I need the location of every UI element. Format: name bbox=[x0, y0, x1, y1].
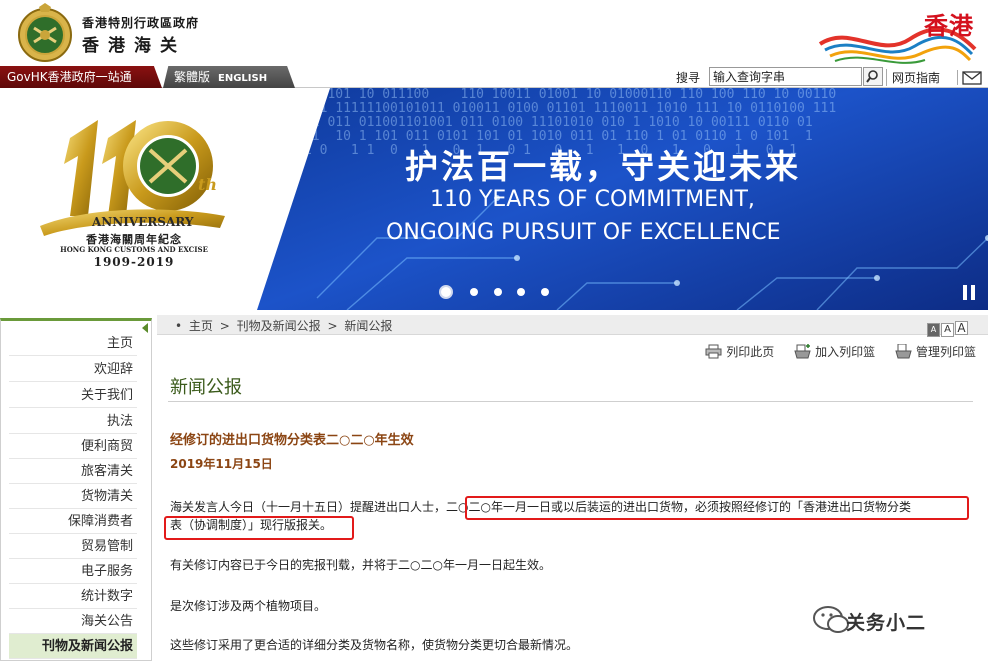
highlight-box bbox=[164, 516, 354, 540]
printer-icon bbox=[705, 344, 722, 359]
site-header: 香港特別行政區政府 香港海关 香港 bbox=[0, 0, 988, 66]
brand-hk-text: 香港 bbox=[924, 12, 974, 40]
search-label: 搜寻 bbox=[676, 71, 701, 85]
breadcrumb-sep: > bbox=[219, 319, 230, 333]
sidebar-nav: 主页 欢迎辞 关于我们 执法 便利商贸 旅客清关 货物清关 保障消费者 贸易管制… bbox=[0, 318, 152, 661]
search-button[interactable] bbox=[863, 67, 883, 86]
basket-add-icon bbox=[794, 344, 811, 359]
sidebar-item-cargo-clearance[interactable]: 货物清关 bbox=[9, 484, 137, 509]
sitemap-link[interactable]: 网页指南 bbox=[886, 69, 940, 86]
language-switcher: 繁體版 ENGLISH bbox=[163, 66, 295, 88]
sidebar-item-passenger-clearance[interactable]: 旅客清关 bbox=[9, 459, 137, 484]
sidebar-item-statistics[interactable]: 统计数字 bbox=[9, 584, 137, 609]
sidebar-item-trade-controls[interactable]: 贸易管制 bbox=[9, 534, 137, 559]
add-print-basket-button[interactable]: 加入列印篮 bbox=[794, 343, 875, 360]
anniversary-en-label: HONG KONG CUSTOMS AND EXCISE bbox=[60, 245, 208, 254]
sidebar-item-about[interactable]: 关于我们 bbox=[9, 383, 137, 408]
sidebar-item-enforcement[interactable]: 执法 bbox=[9, 409, 137, 434]
sidebar-item-notices[interactable]: 海关公告 bbox=[9, 609, 137, 634]
customs-emblem-icon[interactable] bbox=[14, 2, 76, 64]
banner-title-en-line2: ONGOING PURSUIT OF EXCELLENCE bbox=[386, 220, 781, 245]
sidebar-item-trade-facilitation[interactable]: 便利商贸 bbox=[9, 434, 137, 459]
page-title: 新闻公报 bbox=[170, 377, 242, 398]
top-navbar: GovHK香港政府一站通 繁體版 ENGLISH 搜寻 网页指南 bbox=[0, 66, 988, 88]
dept-name: 香港海关 bbox=[82, 36, 186, 56]
magnifier-icon bbox=[866, 70, 878, 83]
slide-dot-1[interactable] bbox=[439, 285, 453, 299]
sidebar-item-consumer-protection[interactable]: 保障消费者 bbox=[9, 509, 137, 534]
paragraph-1-plain: 海关发言人今日（十一月十五日）提醒进出口人士， bbox=[170, 500, 447, 514]
search-input[interactable] bbox=[709, 67, 862, 86]
highlight-box bbox=[465, 496, 969, 520]
font-size-switcher: AAA bbox=[926, 317, 968, 337]
manage-print-basket-label: 管理列印篮 bbox=[915, 345, 976, 359]
sidebar-item-publications-press[interactable]: 刊物及新闻公报 bbox=[9, 634, 137, 659]
font-size-small-button[interactable]: A bbox=[927, 323, 940, 337]
manage-print-basket-button[interactable]: 管理列印篮 bbox=[895, 343, 976, 360]
slide-dot-5[interactable] bbox=[541, 288, 549, 296]
anniv-word: ANNIVERSARY bbox=[91, 215, 194, 229]
breadcrumb-bar: • 主页 > 刊物及新闻公报 > 新闻公报 AAA bbox=[157, 315, 988, 337]
paragraph-2: 有关修订内容已于今日的宪报刊载，并将于二○二○年一月一日起生效。 bbox=[170, 558, 551, 572]
paragraph-3: 是次修订涉及两个植物项目。 bbox=[170, 599, 327, 613]
breadcrumb-bullet: • bbox=[175, 319, 183, 333]
govhk-link[interactable]: GovHK香港政府一站通 bbox=[0, 66, 162, 88]
slide-dot-3[interactable] bbox=[494, 288, 502, 296]
sidebar-active-arrow-icon bbox=[142, 323, 148, 333]
article-title: 经修订的进出口货物分类表二○二○年生效 bbox=[170, 433, 414, 448]
dept-name-full: 香港特別行政區政府 bbox=[82, 16, 200, 30]
banner-title-cn: 护法百一载，守关迎未来 bbox=[405, 147, 801, 186]
font-size-large-button[interactable]: A bbox=[955, 321, 968, 335]
basket-manage-icon bbox=[895, 344, 912, 359]
sidebar-item-home[interactable]: 主页 bbox=[9, 331, 137, 356]
watermark-text: 关务小二 bbox=[846, 612, 927, 634]
lang-traditional-link[interactable]: 繁體版 bbox=[174, 70, 210, 84]
article-date: 2019年11月15日 bbox=[170, 457, 273, 471]
print-page-button[interactable]: 列印此页 bbox=[705, 343, 774, 360]
font-size-medium-button[interactable]: A bbox=[941, 323, 954, 337]
hero-banner: th ANNIVERSARY 香港海關周年紀念 HONG KONG CUSTOM… bbox=[0, 88, 988, 310]
breadcrumb-current: 新闻公报 bbox=[344, 319, 393, 333]
sidebar-item-e-services[interactable]: 电子服务 bbox=[9, 559, 137, 584]
slide-dot-4[interactable] bbox=[517, 288, 525, 296]
anniversary-years: 1909-2019 bbox=[93, 255, 175, 269]
breadcrumb-publications[interactable]: 刊物及新闻公报 bbox=[237, 319, 321, 333]
lang-english-link[interactable]: ENGLISH bbox=[218, 73, 267, 84]
divider bbox=[168, 401, 973, 402]
banner-title-en-line1: 110 YEARS OF COMMITMENT, bbox=[430, 187, 755, 212]
breadcrumb: • 主页 > 刊物及新闻公报 > 新闻公报 bbox=[175, 317, 395, 334]
sidebar-item-welcome[interactable]: 欢迎辞 bbox=[9, 357, 137, 382]
pause-icon[interactable] bbox=[962, 284, 976, 301]
print-page-label: 列印此页 bbox=[726, 345, 775, 359]
mail-icon[interactable] bbox=[957, 70, 982, 85]
anniv-th: th bbox=[198, 175, 217, 194]
add-print-basket-label: 加入列印篮 bbox=[815, 345, 876, 359]
paragraph-4: 这些修订采用了更合适的详细分类及货物名称，使货物分类更切合最新情况。 bbox=[170, 638, 579, 652]
print-tools: 列印此页 加入列印篮 管理列印篮 bbox=[689, 343, 976, 360]
breadcrumb-sep: > bbox=[327, 319, 338, 333]
breadcrumb-home[interactable]: 主页 bbox=[189, 319, 213, 333]
slide-dot-2[interactable] bbox=[470, 288, 478, 296]
envelope-icon bbox=[962, 71, 982, 85]
